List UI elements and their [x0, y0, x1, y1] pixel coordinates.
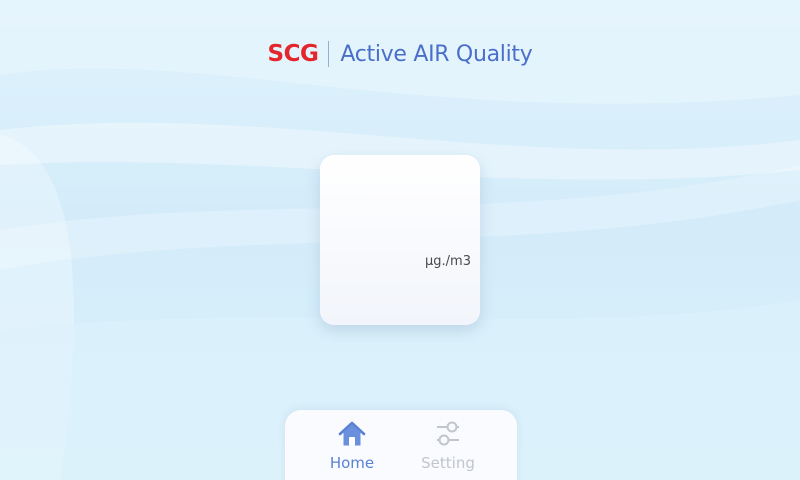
app-title: Active AIR Quality	[340, 41, 533, 67]
tab-setting-label: Setting	[421, 454, 475, 472]
scg-logo: SCG	[267, 41, 319, 67]
header-divider	[328, 41, 330, 67]
tab-setting[interactable]: Setting	[413, 420, 483, 480]
settings-sliders-icon	[437, 421, 459, 446]
home-icon	[338, 421, 366, 446]
unit-label: µg./m3	[425, 254, 471, 269]
bottom-tab-bar: Home Setting	[285, 410, 517, 480]
tab-home[interactable]: Home	[317, 420, 387, 480]
tab-home-label: Home	[329, 454, 375, 472]
app-header: SCG Active AIR Quality	[0, 36, 800, 72]
air-quality-card: µg./m3	[320, 155, 480, 325]
